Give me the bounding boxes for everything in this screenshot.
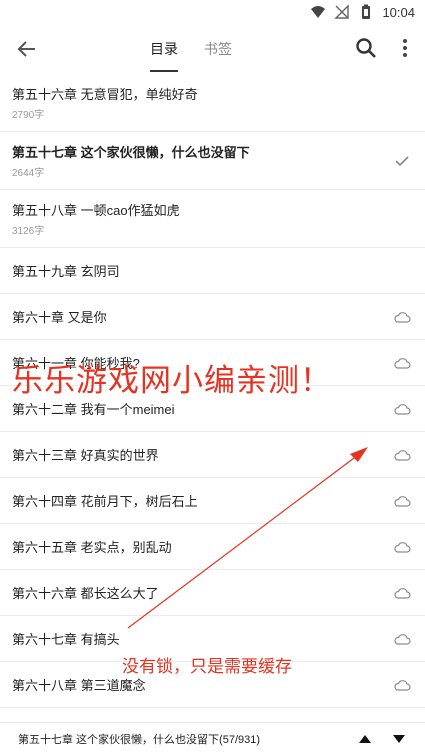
cloud-icon[interactable] bbox=[393, 632, 411, 646]
cloud-icon[interactable] bbox=[393, 402, 411, 416]
annotation-note: 没有锁，只是需要缓存 bbox=[122, 657, 292, 677]
arrow-left-icon[interactable] bbox=[14, 36, 40, 62]
chapter-row[interactable]: 第五十六章 无意冒犯，单纯好奇 2790字 bbox=[0, 74, 425, 132]
status-bar: 10:04 bbox=[0, 0, 425, 24]
wifi-icon bbox=[311, 6, 326, 18]
chapter-row[interactable]: 第六十三章 好真实的世界 bbox=[0, 432, 425, 478]
chapter-row[interactable]: 第六十章 又是你 bbox=[0, 294, 425, 340]
cloud-icon[interactable] bbox=[393, 356, 411, 370]
chapter-title: 第六十八章 第三道魔念 bbox=[12, 678, 146, 693]
cloud-icon[interactable] bbox=[393, 448, 411, 462]
chapter-title: 第六十三章 好真实的世界 bbox=[12, 448, 159, 463]
chapter-word-count: 3126字 bbox=[12, 226, 45, 237]
check-icon[interactable] bbox=[393, 154, 411, 168]
chapter-row[interactable]: 第六十六章 都长这么大了 bbox=[0, 570, 425, 616]
cloud-icon[interactable] bbox=[393, 586, 411, 600]
chapter-row[interactable]: 第五十九章 玄阴司 bbox=[0, 248, 425, 294]
chapter-row[interactable]: 第五十八章 一顿cao作猛如虎 3126字 bbox=[0, 190, 425, 248]
more-vertical-icon[interactable] bbox=[396, 36, 414, 60]
cloud-icon[interactable] bbox=[393, 540, 411, 554]
chapter-row[interactable]: 第五十七章 这个家伙很懒，什么也没留下 2644字 bbox=[0, 132, 425, 190]
toolbar: 目录 书签 bbox=[0, 24, 425, 74]
cloud-icon[interactable] bbox=[393, 494, 411, 508]
chapter-title: 第五十七章 这个家伙很懒，什么也没留下 bbox=[12, 145, 250, 160]
chapter-title: 第六十二章 我有一个meimei bbox=[12, 402, 175, 417]
chapter-title: 第六十五章 老实点，别乱动 bbox=[12, 540, 172, 555]
cloud-icon[interactable] bbox=[393, 310, 411, 324]
tab-bar: 目录 书签 bbox=[150, 24, 232, 74]
chapter-title: 第六十四章 花前月下，树后石上 bbox=[12, 494, 198, 509]
search-icon[interactable] bbox=[354, 36, 378, 60]
battery-icon bbox=[362, 4, 371, 19]
chapter-word-count: 2790字 bbox=[12, 110, 45, 121]
annotation-headline: 乐乐游戏网小编亲测！ bbox=[12, 363, 332, 399]
chapter-row[interactable]: 第六十四章 花前月下，树后石上 bbox=[0, 478, 425, 524]
chapter-title: 第五十八章 一顿cao作猛如虎 bbox=[12, 203, 180, 218]
chapter-word-count: 2644字 bbox=[12, 168, 45, 179]
current-chapter-label[interactable]: 第五十七章 这个家伙很懒，什么也没留下(57/931) bbox=[18, 731, 260, 747]
chapter-row[interactable]: 第六十五章 老实点，别乱动 bbox=[0, 524, 425, 570]
status-time: 10:04 bbox=[382, 4, 415, 20]
triangle-up-icon[interactable] bbox=[358, 734, 372, 744]
chapter-title: 第六十六章 都长这么大了 bbox=[12, 586, 159, 601]
no-signal-icon bbox=[334, 4, 350, 19]
tab-bookmarks[interactable]: 书签 bbox=[204, 24, 232, 74]
chapter-title: 第六十七章 有搞头 bbox=[12, 632, 120, 647]
bottom-bar: 第五十七章 这个家伙很懒，什么也没留下(57/931) bbox=[0, 722, 425, 755]
chapter-title: 第五十九章 玄阴司 bbox=[12, 264, 120, 279]
tab-catalog[interactable]: 目录 bbox=[150, 24, 178, 74]
triangle-down-icon[interactable] bbox=[392, 734, 406, 744]
chapter-title: 第六十章 又是你 bbox=[12, 310, 107, 325]
cloud-icon[interactable] bbox=[393, 678, 411, 692]
chapter-title: 第五十六章 无意冒犯，单纯好奇 bbox=[12, 87, 198, 102]
